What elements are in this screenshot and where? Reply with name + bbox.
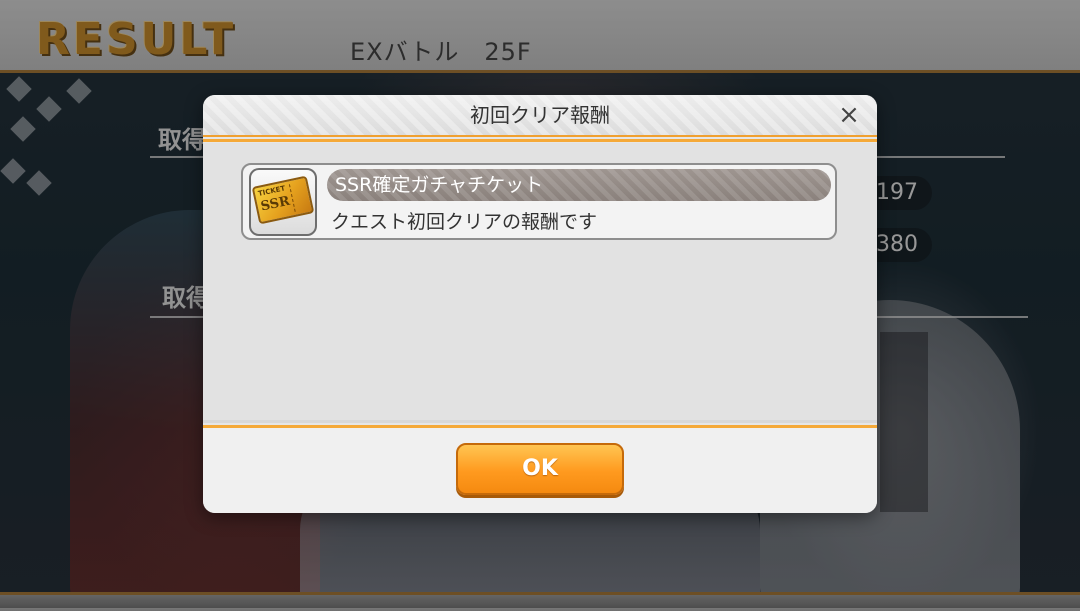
dialog-footer: OK bbox=[203, 420, 877, 513]
dialog-header: 初回クリア報酬 × bbox=[203, 95, 877, 142]
first-clear-reward-dialog: 初回クリア報酬 × TICKET SSR SSR確定ガチャチケット クエスト初回… bbox=[203, 95, 877, 513]
ok-button[interactable]: OK bbox=[456, 443, 624, 495]
dialog-body: TICKET SSR SSR確定ガチャチケット クエスト初回クリアの報酬です bbox=[203, 143, 877, 423]
reward-icon-frame: TICKET SSR bbox=[249, 168, 317, 236]
ssr-gacha-ticket-icon: TICKET SSR bbox=[251, 175, 315, 225]
reward-name-bar: SSR確定ガチャチケット bbox=[327, 169, 831, 201]
reward-description: クエスト初回クリアの報酬です bbox=[331, 211, 598, 233]
reward-name: SSR確定ガチャチケット bbox=[335, 174, 544, 196]
close-icon[interactable]: × bbox=[835, 101, 863, 129]
reward-list-item[interactable]: TICKET SSR SSR確定ガチャチケット クエスト初回クリアの報酬です bbox=[241, 163, 837, 240]
dialog-title: 初回クリア報酬 bbox=[470, 103, 610, 127]
